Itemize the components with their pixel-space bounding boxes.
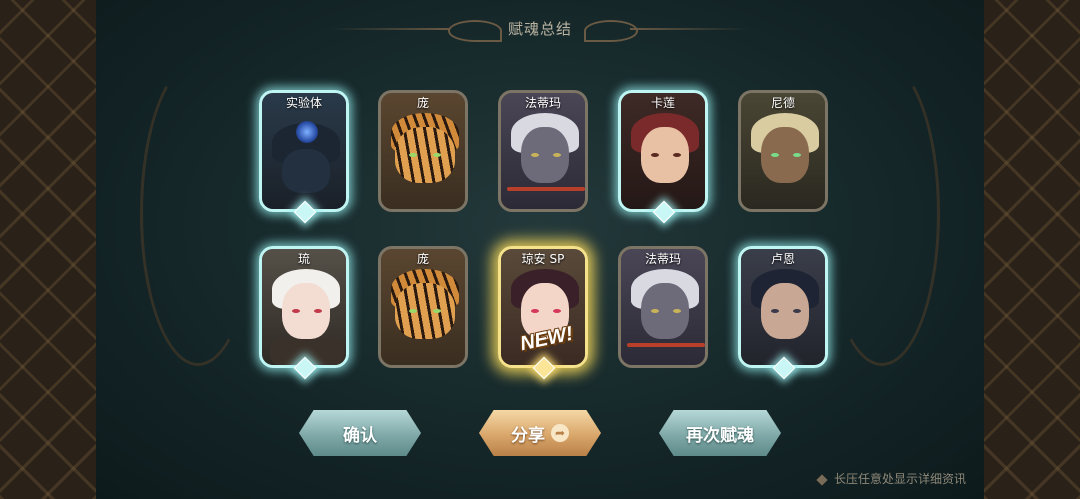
hero-name: 尼德 — [770, 96, 795, 110]
confirm-button[interactable]: 确认 — [299, 410, 421, 456]
hint-text: 长压任意处显示详细资讯 — [833, 472, 966, 486]
hero-card[interactable]: 琉 — [259, 246, 349, 380]
confirm-button-label: 确认 — [343, 425, 377, 446]
title-swirl-right-icon — [584, 20, 638, 42]
page-title: 赋魂总结 — [507, 20, 572, 38]
summon-again-button-label: 再次赋魂 — [686, 425, 754, 446]
hero-card[interactable]: 卢恩 — [738, 246, 828, 380]
hero-name: 实验体 — [285, 96, 322, 110]
summon-again-button[interactable]: 再次赋魂 — [659, 410, 781, 456]
hero-name: 法蒂玛 — [524, 96, 561, 110]
hero-card[interactable]: 庞 — [378, 90, 468, 212]
hero-name: 卢恩 — [770, 252, 795, 266]
diamond-icon — [816, 473, 828, 486]
hero-name: 卡莲 — [650, 96, 675, 110]
share-button[interactable]: 分享 ➦ — [479, 410, 601, 456]
left-border-pattern — [0, 0, 98, 499]
hero-name: 琉 — [297, 252, 310, 266]
share-button-label: 分享 — [511, 425, 545, 446]
hero-name: 琼安 SP — [521, 252, 565, 266]
share-arrow-icon: ➦ — [551, 424, 569, 442]
hero-card[interactable]: 卡莲 — [618, 90, 708, 224]
hero-card[interactable]: 实验体 — [259, 90, 349, 224]
right-border-pattern — [982, 0, 1080, 499]
hero-card[interactable]: 庞 — [378, 246, 468, 368]
hero-card[interactable]: 法蒂玛 — [618, 246, 708, 368]
left-ornament — [140, 60, 256, 366]
title-bar: 赋魂总结 — [0, 8, 1080, 48]
hero-name: 庞 — [416, 96, 429, 110]
hero-name: 庞 — [416, 252, 429, 266]
hero-card[interactable]: 法蒂玛 — [498, 90, 588, 212]
hero-name: 法蒂玛 — [644, 252, 681, 266]
hero-card[interactable]: 尼德 — [738, 90, 828, 212]
title-divider-right — [630, 28, 750, 30]
right-ornament — [824, 60, 940, 366]
long-press-hint: 长压任意处显示详细资讯 — [816, 470, 966, 487]
hero-card[interactable]: 琼安 SP NEW! — [498, 246, 588, 380]
